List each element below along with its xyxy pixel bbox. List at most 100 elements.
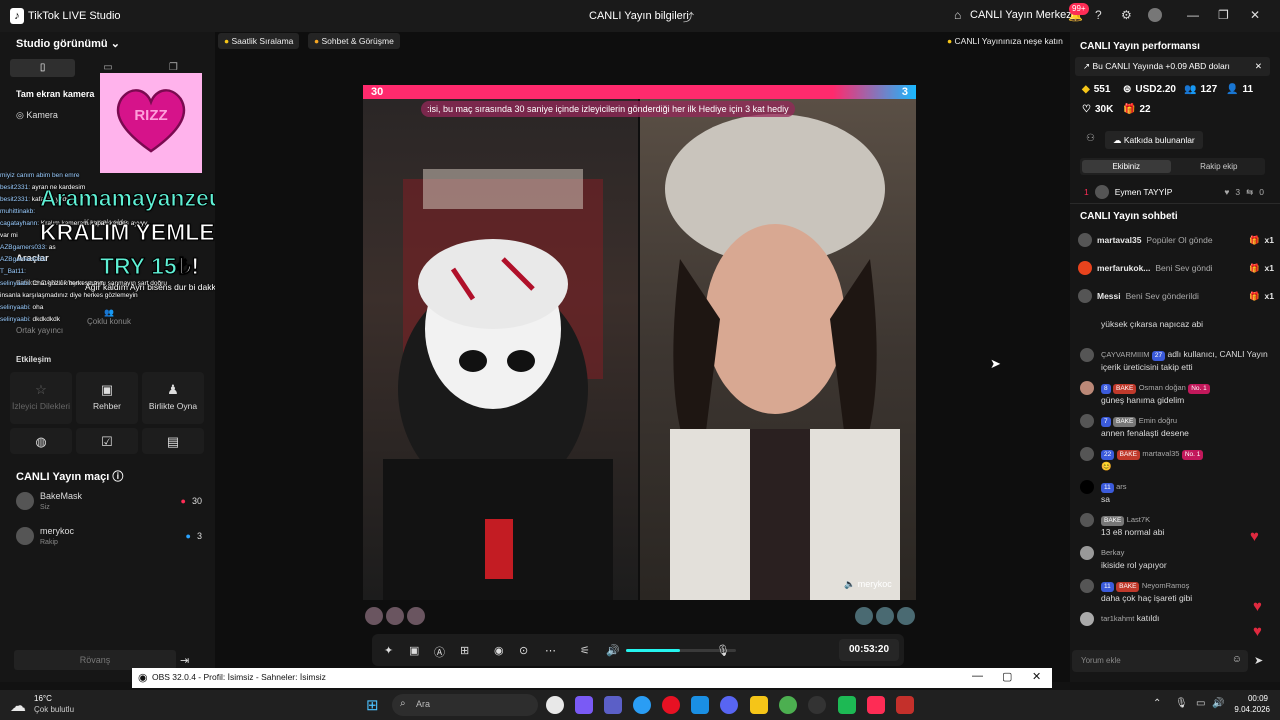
co-host-button[interactable]: Ortak yayıncı — [16, 326, 63, 335]
avatar — [1080, 612, 1094, 626]
tiktok-icon[interactable] — [867, 696, 885, 714]
player-score: 30 — [191, 496, 202, 506]
contributor-row[interactable]: 1 Eymen TAYYİP ♥ 3 ⇆ 0 — [1084, 185, 1264, 199]
camera-switch-icon[interactable]: ⊙ — [519, 644, 528, 657]
layout-icon[interactable]: ▣ — [409, 644, 419, 657]
more-icon[interactable]: ⋯ — [545, 644, 556, 657]
avatar[interactable] — [407, 607, 425, 625]
player-row: BakeMask Siz ● 30 — [16, 491, 202, 511]
send-icon[interactable]: ➤ — [1254, 654, 1263, 667]
stat-value: 551 — [1093, 84, 1111, 95]
maximize-icon[interactable]: ❐ — [1218, 8, 1229, 22]
check-icon: ☑ — [101, 434, 113, 449]
live-center-button[interactable]: CANLI Yayın Merkezi — [970, 9, 1074, 21]
avatar[interactable] — [365, 607, 383, 625]
camera-source[interactable]: ◎ Kamera — [16, 110, 58, 121]
viewer-wishes-card[interactable]: ☆ İzleyici Dilekleri — [10, 372, 72, 424]
chat-user: cagatayhann: — [0, 220, 40, 227]
folder-icon[interactable] — [750, 696, 768, 714]
sliders-icon[interactable]: ⚟ — [580, 644, 590, 657]
tool-card-5[interactable]: ☑ — [76, 428, 138, 454]
portrait-tab[interactable]: ▯ — [10, 59, 76, 77]
comment-text: güneş hanıma gidelim — [1101, 395, 1185, 405]
obs-window[interactable]: ◉ OBS 32.0.4 - Profil: İsimsiz - Sahnele… — [132, 668, 1052, 688]
tab-our-team[interactable]: Ekibiniz — [1082, 160, 1171, 173]
guide-card[interactable]: ▣ Rehber — [76, 372, 138, 424]
search-bar[interactable]: ⌕ Ara — [392, 694, 538, 716]
gift-count: x1 — [1264, 235, 1274, 245]
pill-label: Saatlik Sıralama — [231, 36, 294, 46]
discord-icon[interactable] — [720, 696, 738, 714]
chevron-up-icon[interactable]: ⌃ — [1153, 698, 1161, 709]
gift-text: Beni Sev göndi — [1155, 263, 1213, 273]
emoji-icon[interactable]: ☺ — [1232, 654, 1242, 665]
avatar[interactable] — [855, 607, 873, 625]
screen-icon[interactable]: ⊞ — [460, 644, 469, 657]
help-icon[interactable]: ? — [1095, 8, 1102, 22]
effects-icon[interactable]: ✦ — [384, 644, 393, 657]
emoji-icon: 😊 — [1101, 461, 1112, 471]
spinner-icon: ◍ — [35, 434, 47, 449]
stat-value: 30K — [1094, 104, 1114, 115]
microphone-icon[interactable]: 🎙 — [716, 644, 730, 657]
play-together-card[interactable]: ♟ Birlikte Oyna — [142, 372, 204, 424]
opera-icon[interactable] — [662, 696, 680, 714]
contributor-rank: 1 — [1084, 187, 1089, 197]
stat-gifts: 🎁 22 — [1123, 104, 1151, 115]
app-icon[interactable] — [838, 696, 856, 714]
maximize-icon[interactable]: ▢ — [1002, 670, 1012, 683]
volume-tray-icon[interactable]: 🔊 — [1212, 698, 1224, 709]
avatar[interactable] — [1148, 8, 1162, 22]
tips-pill[interactable]: ● CANLI Yayınınıza neşe katın — [941, 33, 1069, 49]
rematch-button[interactable]: Rövanş — [14, 650, 176, 670]
windows-start-icon[interactable]: ⊞ — [366, 696, 379, 714]
tool-card-4[interactable]: ◍ — [10, 428, 72, 454]
share-icon[interactable]: ⤴ — [683, 9, 694, 25]
chat-user: miyiz canım abim ben emre — [0, 172, 80, 179]
player-row: merykoc Rakip ● 3 — [16, 526, 202, 546]
ai-icon[interactable]: Ⓐ — [434, 644, 445, 660]
trophy-icon: ● — [224, 36, 230, 46]
avatar[interactable] — [386, 607, 404, 625]
teams-icon[interactable] — [604, 696, 622, 714]
comment-text: 13 e8 normal abi — [1101, 527, 1165, 537]
gear-icon[interactable]: ⚙ — [1121, 8, 1132, 22]
info-icon[interactable]: ⓘ — [112, 471, 123, 483]
avatar[interactable] — [876, 607, 894, 625]
tool-card-6[interactable]: ▤ — [142, 428, 204, 454]
live-info-button[interactable]: CANLI Yayın bilgileri — [589, 10, 689, 22]
close-icon[interactable]: ✕ — [1250, 8, 1260, 22]
guide-icon: ▣ — [100, 382, 114, 397]
youtube-icon[interactable] — [896, 696, 914, 714]
comment-input[interactable]: Yorum ekle ☺ — [1072, 650, 1248, 672]
mic-tray-icon[interactable]: 🎙 — [1175, 698, 1188, 709]
chat-meet-pill[interactable]: ● Sohbet & Görüşme — [308, 33, 400, 49]
gift-count: x1 — [1264, 291, 1274, 301]
minimize-icon[interactable]: — — [972, 670, 983, 682]
opponent-name: merykoc — [857, 579, 892, 589]
close-icon[interactable]: ✕ — [1255, 57, 1262, 76]
gift-icon: 🎁 — [1248, 290, 1260, 301]
volume-icon[interactable]: 🔊 — [606, 644, 620, 657]
edge-icon[interactable] — [633, 696, 651, 714]
obs-taskbar-icon[interactable] — [808, 696, 826, 714]
exit-match-icon[interactable]: ⇥ — [180, 654, 189, 667]
floating-heart-icon: ♥ — [1250, 528, 1259, 545]
avatar — [1080, 414, 1094, 428]
comment-row: Berkay ikiside rol yapıyor — [1080, 546, 1272, 579]
record-icon[interactable]: ◉ — [494, 644, 504, 657]
file-icon[interactable] — [575, 696, 593, 714]
avatar[interactable] — [897, 607, 915, 625]
browser-icon[interactable] — [779, 696, 797, 714]
studio-view-dropdown[interactable]: Studio görünümü ⌄ — [16, 37, 120, 50]
hourly-ranking-pill[interactable]: ● Saatlik Sıralama — [218, 33, 300, 49]
tab-rival-team[interactable]: Rakip ekip — [1175, 160, 1264, 173]
mail-icon[interactable] — [691, 696, 709, 714]
minimize-icon[interactable]: — — [1187, 8, 1199, 22]
contributors-button[interactable]: ☁ Katkıda bulunanlar — [1105, 131, 1203, 149]
chrome-icon[interactable] — [546, 696, 564, 714]
speaker-icon[interactable]: 🔈 — [844, 579, 855, 589]
network-icon[interactable]: ▭ — [1196, 698, 1205, 709]
card-label: Birlikte Oyna — [148, 401, 198, 411]
close-icon[interactable]: ✕ — [1032, 670, 1041, 683]
